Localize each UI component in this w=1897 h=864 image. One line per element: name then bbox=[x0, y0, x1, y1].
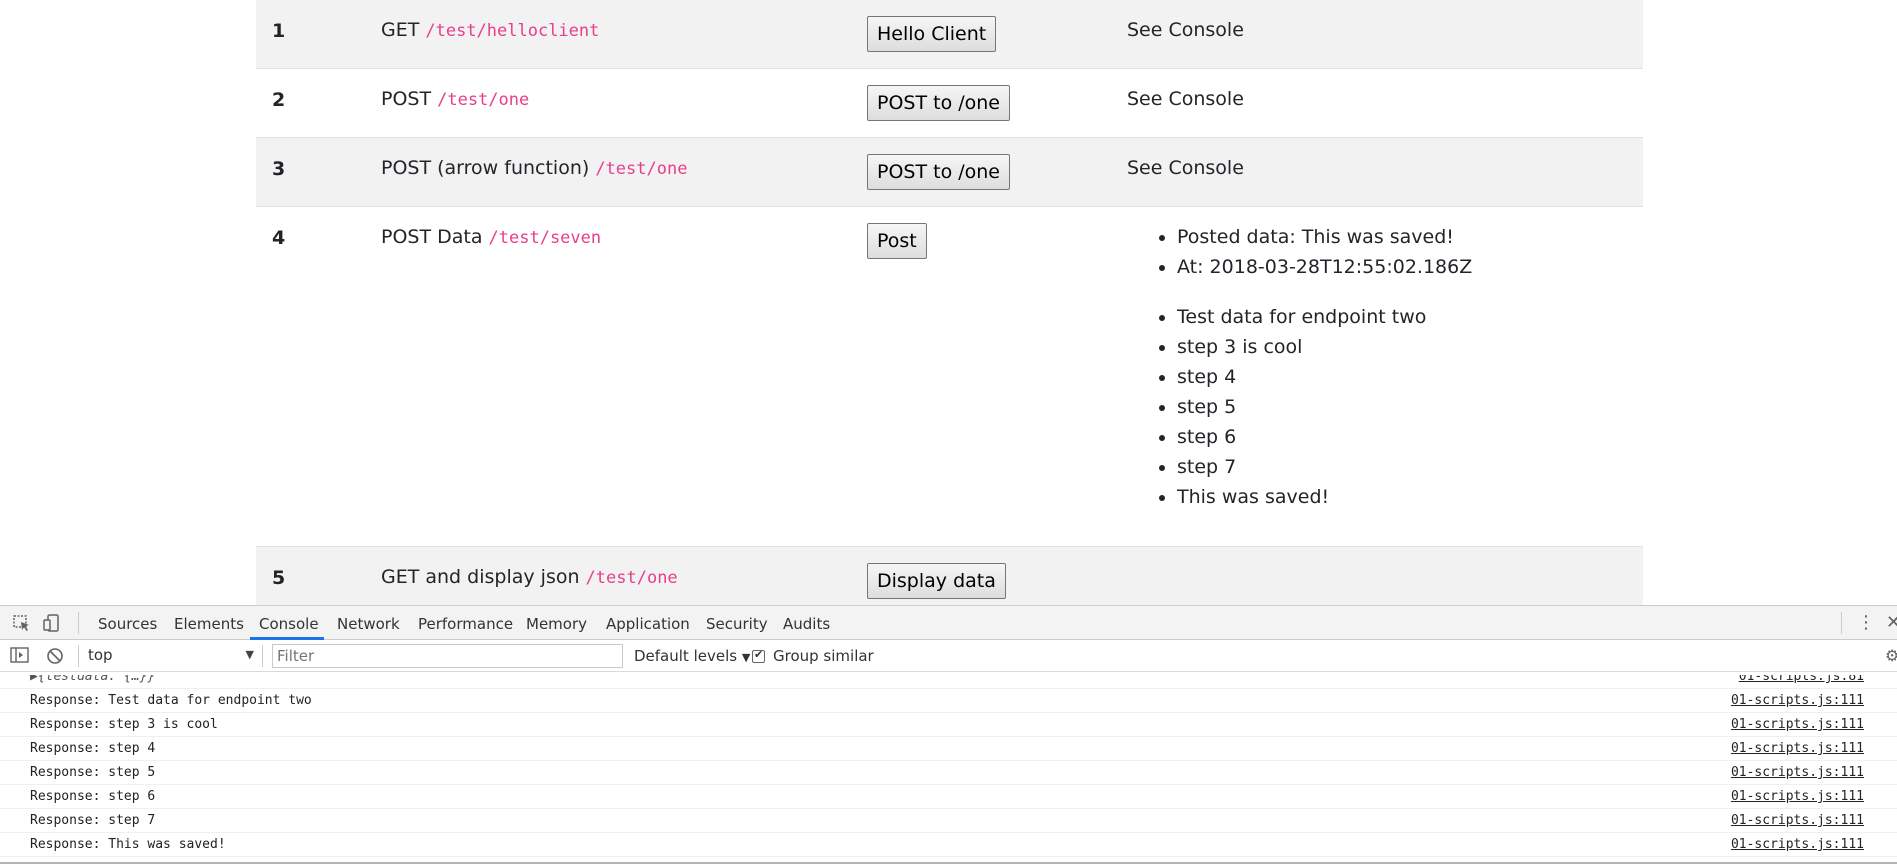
console-entry: Response: step 4 01-scripts.js:111 bbox=[0, 737, 1897, 761]
row-number: 5 bbox=[272, 567, 286, 589]
tab-performance[interactable]: Performance bbox=[418, 615, 513, 633]
table-row: 4 POST Data /test/seven Post Posted data… bbox=[256, 207, 1643, 547]
console-entry: Response: step 7 01-scripts.js:111 bbox=[0, 809, 1897, 833]
filter-input[interactable] bbox=[272, 644, 623, 668]
table-row: 1 GET /test/helloclient Hello Client See… bbox=[256, 0, 1643, 69]
row-number: 4 bbox=[272, 227, 286, 249]
devtools-tabbar: Sources Elements Console Network Perform… bbox=[0, 606, 1897, 640]
hello-client-button[interactable]: Hello Client bbox=[867, 16, 997, 52]
row-number: 2 bbox=[272, 89, 286, 111]
console-source-link[interactable]: 01-scripts.js:111 bbox=[1731, 689, 1864, 712]
log-levels-dropdown[interactable]: Default levels ▼ bbox=[634, 647, 750, 665]
tab-application[interactable]: Application bbox=[606, 615, 690, 633]
console-message: Response: This was saved! bbox=[30, 837, 226, 852]
row-number: 3 bbox=[272, 158, 286, 180]
endpoint-path: /test/one bbox=[437, 90, 530, 110]
table-row: 2 POST /test/one POST to /one See Consol… bbox=[256, 69, 1643, 138]
inspect-element-icon[interactable] bbox=[12, 614, 32, 632]
post-arrow-button[interactable]: POST to /one bbox=[867, 154, 1010, 190]
console-source-link[interactable]: 01-scripts.js:81 bbox=[1739, 675, 1864, 684]
posted-data-list: Posted data: This was saved! At: 2018-03… bbox=[1127, 222, 1472, 282]
web-page: 1 GET /test/helloclient Hello Client See… bbox=[0, 0, 1897, 605]
tab-network[interactable]: Network bbox=[337, 615, 400, 633]
settings-gear-icon[interactable]: ⚙ bbox=[1885, 646, 1897, 665]
console-entry: Response: step 3 is cool 01-scripts.js:1… bbox=[0, 713, 1897, 737]
console-message: Response: step 3 is cool bbox=[30, 717, 218, 732]
console-message: Response: step 4 bbox=[30, 741, 156, 756]
row-result: Posted data: This was saved! At: 2018-03… bbox=[1127, 222, 1472, 512]
post-to-one-button[interactable]: POST to /one bbox=[867, 85, 1010, 121]
endpoint-description: GET and display json /test/one bbox=[381, 566, 678, 588]
steps-list: Test data for endpoint two step 3 is coo… bbox=[1127, 302, 1472, 512]
endpoint-path: /test/helloclient bbox=[425, 21, 600, 41]
console-message[interactable]: ▶{testdata: {…}} bbox=[30, 675, 155, 684]
console-message: Response: step 6 bbox=[30, 789, 156, 804]
list-item: Test data for endpoint two bbox=[1177, 302, 1472, 332]
tab-audits[interactable]: Audits bbox=[783, 615, 830, 633]
chevron-down-icon: ▼ bbox=[741, 651, 751, 664]
clear-console-icon[interactable] bbox=[46, 647, 64, 669]
endpoint-path: /test/seven bbox=[488, 228, 602, 248]
checkbox-checked-icon[interactable] bbox=[752, 648, 765, 663]
more-options-icon[interactable]: ⋮ bbox=[1857, 612, 1875, 633]
row-number: 1 bbox=[272, 20, 286, 42]
list-item: Posted data: This was saved! bbox=[1177, 222, 1472, 252]
list-item: At: 2018-03-28T12:55:02.186Z bbox=[1177, 252, 1472, 282]
device-toolbar-icon[interactable] bbox=[42, 614, 62, 632]
console-entry: ▶{testdata: {…}} 01-scripts.js:81 bbox=[0, 675, 1897, 689]
console-message: Response: step 5 bbox=[30, 765, 156, 780]
endpoint-description: POST (arrow function) /test/one bbox=[381, 157, 688, 179]
console-toolbar: top ▼ Default levels ▼ Group similar ⚙ bbox=[0, 640, 1897, 672]
console-source-link[interactable]: 01-scripts.js:111 bbox=[1731, 833, 1864, 856]
endpoints-table: 1 GET /test/helloclient Hello Client See… bbox=[256, 0, 1643, 605]
console-entry: Response: step 6 01-scripts.js:111 bbox=[0, 785, 1897, 809]
console-message: Response: step 7 bbox=[30, 813, 156, 828]
console-log-area: ▶{testdata: {…}} 01-scripts.js:81 Respon… bbox=[0, 675, 1897, 864]
tab-console[interactable]: Console bbox=[259, 615, 319, 633]
list-item: step 3 is cool bbox=[1177, 332, 1472, 362]
console-entry: Response: This was saved! 01-scripts.js:… bbox=[0, 833, 1897, 857]
sidebar-toggle-icon[interactable] bbox=[10, 647, 30, 667]
list-item: step 4 bbox=[1177, 362, 1472, 392]
tab-memory[interactable]: Memory bbox=[526, 615, 587, 633]
row-result: See Console bbox=[1127, 157, 1244, 179]
console-entry: Response: step 5 01-scripts.js:111 bbox=[0, 761, 1897, 785]
endpoint-path: /test/one bbox=[595, 159, 688, 179]
endpoint-description: GET /test/helloclient bbox=[381, 19, 600, 41]
list-item: This was saved! bbox=[1177, 482, 1472, 512]
console-source-link[interactable]: 01-scripts.js:111 bbox=[1731, 761, 1864, 784]
console-source-link[interactable]: 01-scripts.js:111 bbox=[1731, 785, 1864, 808]
row-result: See Console bbox=[1127, 19, 1244, 41]
tab-sources[interactable]: Sources bbox=[98, 615, 157, 633]
console-source-link[interactable]: 01-scripts.js:111 bbox=[1731, 809, 1864, 832]
list-item: step 7 bbox=[1177, 452, 1472, 482]
console-source-link[interactable]: 01-scripts.js:111 bbox=[1731, 713, 1864, 736]
list-item: step 6 bbox=[1177, 422, 1472, 452]
group-similar-checkbox[interactable]: Group similar bbox=[752, 647, 874, 665]
table-row: 5 GET and display json /test/one Display… bbox=[256, 547, 1643, 605]
table-row: 3 POST (arrow function) /test/one POST t… bbox=[256, 138, 1643, 207]
close-devtools-icon[interactable]: ✕ bbox=[1886, 612, 1897, 633]
console-source-link[interactable]: 01-scripts.js:111 bbox=[1731, 737, 1864, 760]
console-entry: Response: Test data for endpoint two 01-… bbox=[0, 689, 1897, 713]
row-result: See Console bbox=[1127, 88, 1244, 110]
display-data-button[interactable]: Display data bbox=[867, 563, 1006, 599]
context-selector[interactable]: top ▼ bbox=[88, 646, 254, 666]
endpoint-description: POST Data /test/seven bbox=[381, 226, 602, 248]
list-item: step 5 bbox=[1177, 392, 1472, 422]
devtools-panel: Sources Elements Console Network Perform… bbox=[0, 605, 1897, 864]
endpoint-path: /test/one bbox=[585, 568, 678, 588]
post-data-button[interactable]: Post bbox=[867, 223, 927, 259]
tab-security[interactable]: Security bbox=[706, 615, 768, 633]
chevron-down-icon: ▼ bbox=[245, 648, 254, 661]
endpoint-description: POST /test/one bbox=[381, 88, 530, 110]
tab-elements[interactable]: Elements bbox=[174, 615, 244, 633]
console-message: Response: Test data for endpoint two bbox=[30, 693, 312, 708]
